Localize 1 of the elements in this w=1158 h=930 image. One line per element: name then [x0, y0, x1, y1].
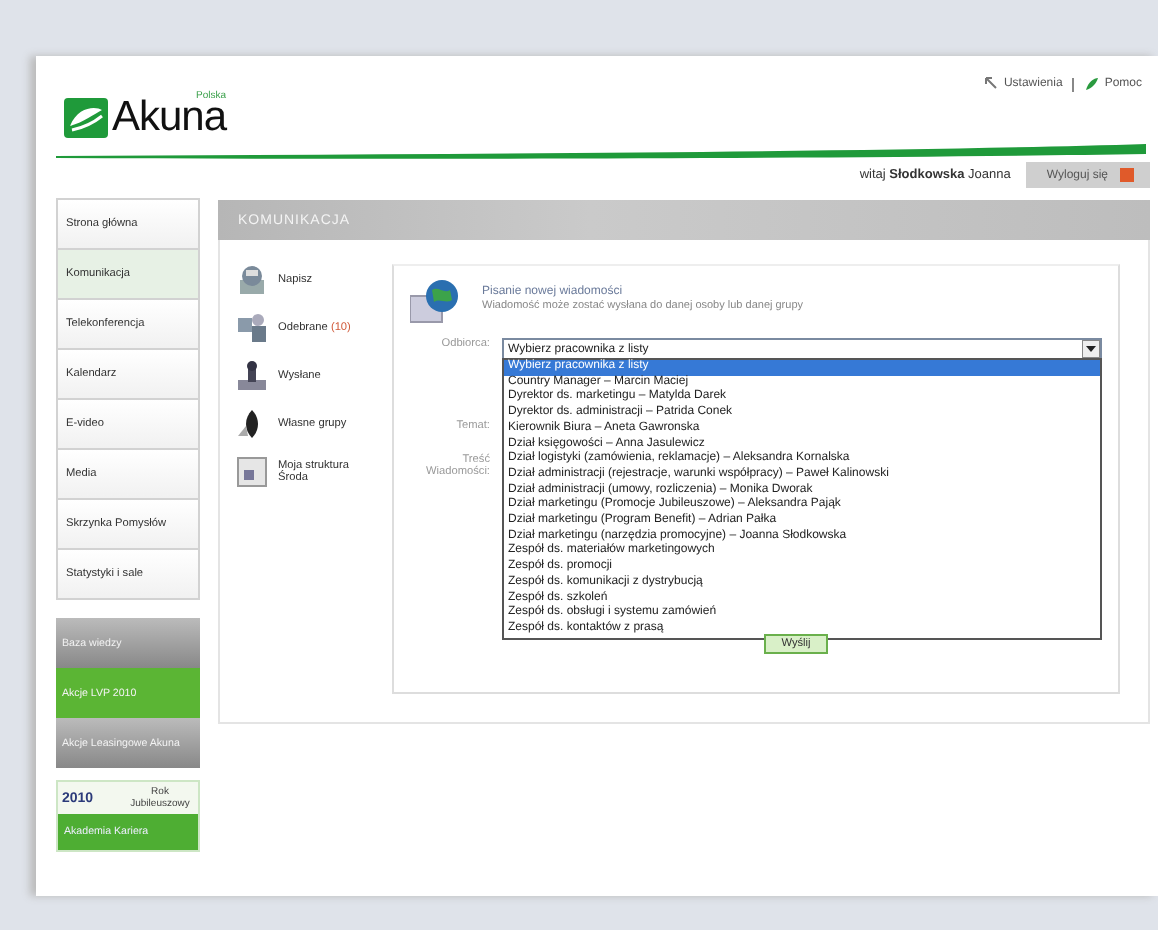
brand-logo: Akuna [112, 98, 227, 138]
